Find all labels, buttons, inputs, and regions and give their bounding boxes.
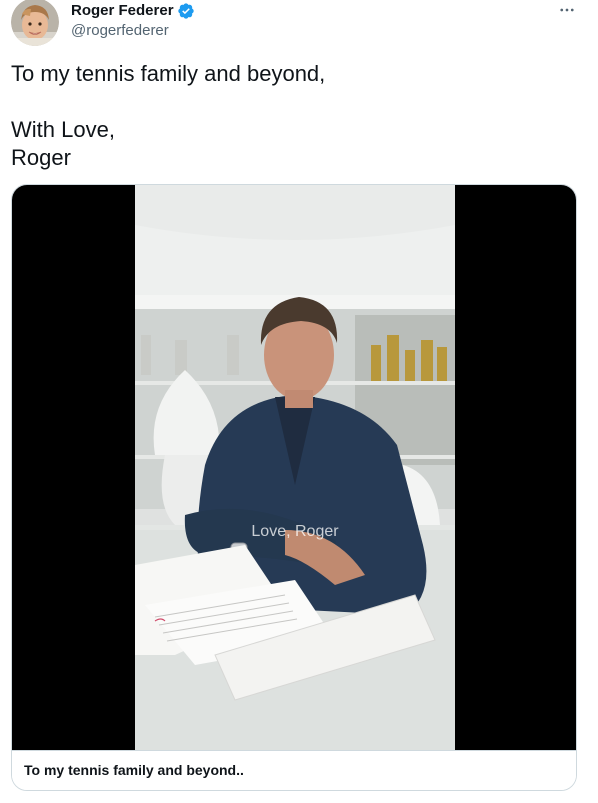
media-caption-bar[interactable]: To my tennis family and beyond..	[12, 750, 576, 790]
tweet-line: Roger	[11, 145, 71, 170]
verified-badge-icon	[177, 2, 195, 20]
name-row: Roger Federer	[71, 1, 195, 21]
video-frame: Love, Roger	[135, 185, 455, 750]
avatar[interactable]	[11, 0, 59, 46]
tweet-text: To my tennis family and beyond, With Lov…	[11, 60, 325, 172]
tweet-header: Roger Federer @rogerfederer	[11, 0, 587, 50]
media-card[interactable]: Love, Roger To my tennis family and beyo…	[11, 184, 577, 791]
tweet-line: With Love,	[11, 117, 115, 142]
avatar-image	[11, 0, 59, 46]
tweet-line-blank	[11, 88, 325, 116]
video-overlay-text: Love, Roger	[251, 523, 339, 540]
video-player[interactable]: Love, Roger	[12, 185, 576, 750]
tweet-line: To my tennis family and beyond,	[11, 61, 326, 86]
tweet: Roger Federer @rogerfederer To my tennis…	[0, 0, 598, 803]
video-still	[135, 185, 455, 750]
media-caption: To my tennis family and beyond..	[24, 762, 244, 778]
display-name[interactable]: Roger Federer	[71, 1, 174, 21]
handle[interactable]: @rogerfederer	[71, 21, 169, 41]
more-horizontal-icon[interactable]	[555, 0, 579, 22]
